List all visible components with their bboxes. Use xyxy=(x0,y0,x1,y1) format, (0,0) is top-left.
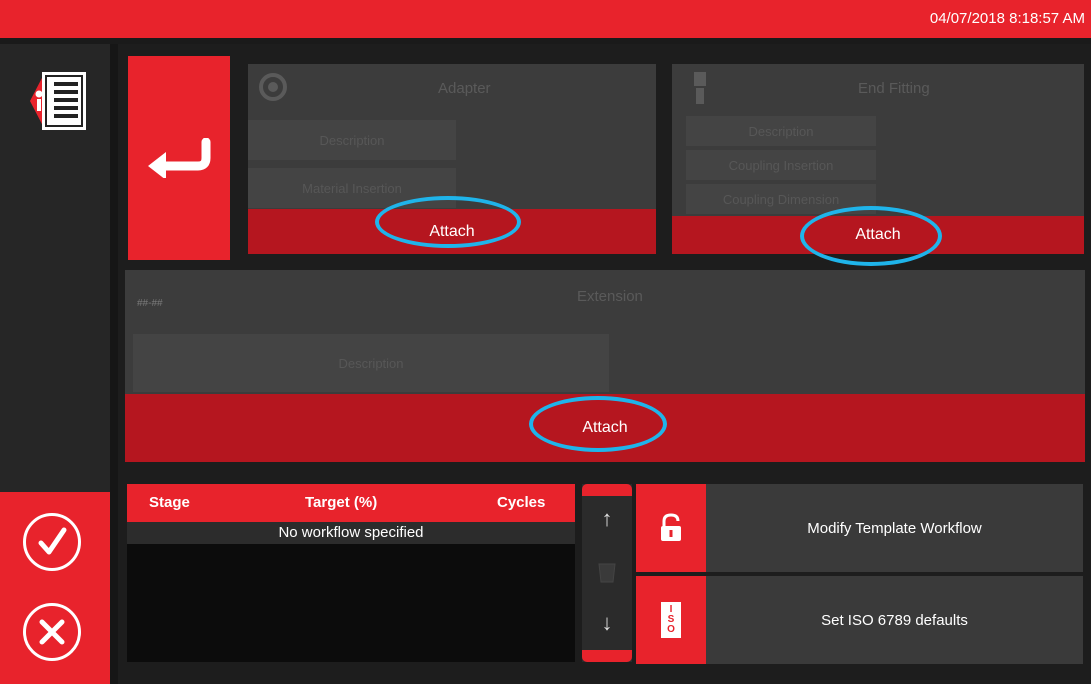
highlight-ring xyxy=(800,206,942,266)
adapter-title: Adapter xyxy=(438,80,491,97)
highlight-ring xyxy=(375,196,521,248)
end-fitting-description-field: Description xyxy=(686,116,876,146)
scroll-up-icon[interactable]: ↑ xyxy=(582,506,632,532)
workflow-scrollbar[interactable]: ↑ ↓ xyxy=(582,484,632,662)
divider xyxy=(0,38,1091,44)
extension-tag: ##-## xyxy=(137,298,163,309)
end-fitting-title: End Fitting xyxy=(858,80,930,97)
cancel-button[interactable] xyxy=(23,603,81,661)
column-cycles: Cycles xyxy=(497,494,546,511)
back-button[interactable] xyxy=(128,56,230,260)
modify-template-workflow-label: Modify Template Workflow xyxy=(807,519,982,537)
scroll-down-icon[interactable]: ↓ xyxy=(582,610,632,636)
iso-icon: ISO xyxy=(636,576,706,664)
lock-open-icon xyxy=(636,484,706,572)
document-icon[interactable] xyxy=(28,66,88,136)
gear-icon xyxy=(259,73,287,101)
end-fitting-card: End Fitting Description Coupling Inserti… xyxy=(672,64,1084,266)
close-icon xyxy=(39,619,65,645)
connector-icon xyxy=(694,72,706,104)
adapter-description-field: Description xyxy=(248,120,456,160)
extension-card: ##-## Extension Description Attach xyxy=(125,270,1085,462)
scroll-cap xyxy=(582,650,632,662)
scroll-thumb[interactable] xyxy=(597,562,617,584)
status-bar: 04/07/2018 8:18:57 AM xyxy=(0,0,1091,38)
confirm-button[interactable] xyxy=(23,513,81,571)
adapter-card: Adapter Description Material Insertion A… xyxy=(248,64,656,254)
empty-message: No workflow specified xyxy=(127,522,575,544)
column-stage: Stage xyxy=(149,494,190,511)
scroll-cap xyxy=(582,484,632,496)
back-arrow-icon xyxy=(148,138,211,178)
end-fitting-insertion-field: Coupling Insertion xyxy=(686,150,876,180)
column-target: Target (%) xyxy=(305,494,378,511)
highlight-ring xyxy=(529,396,667,452)
table-header: Stage Target (%) Cycles xyxy=(127,484,575,522)
sidebar-divider xyxy=(110,44,118,684)
workflow-table[interactable]: Stage Target (%) Cycles No workflow spec… xyxy=(127,484,575,662)
set-iso-defaults-label: Set ISO 6789 defaults xyxy=(821,611,968,629)
set-iso-defaults-button[interactable]: ISO Set ISO 6789 defaults xyxy=(636,576,1083,664)
modify-template-workflow-button[interactable]: Modify Template Workflow xyxy=(636,484,1083,572)
extension-title: Extension xyxy=(577,288,643,305)
extension-description-field: Description xyxy=(133,334,609,392)
datetime-display: 04/07/2018 8:18:57 AM xyxy=(929,10,1085,27)
checkmark-icon xyxy=(38,527,67,555)
